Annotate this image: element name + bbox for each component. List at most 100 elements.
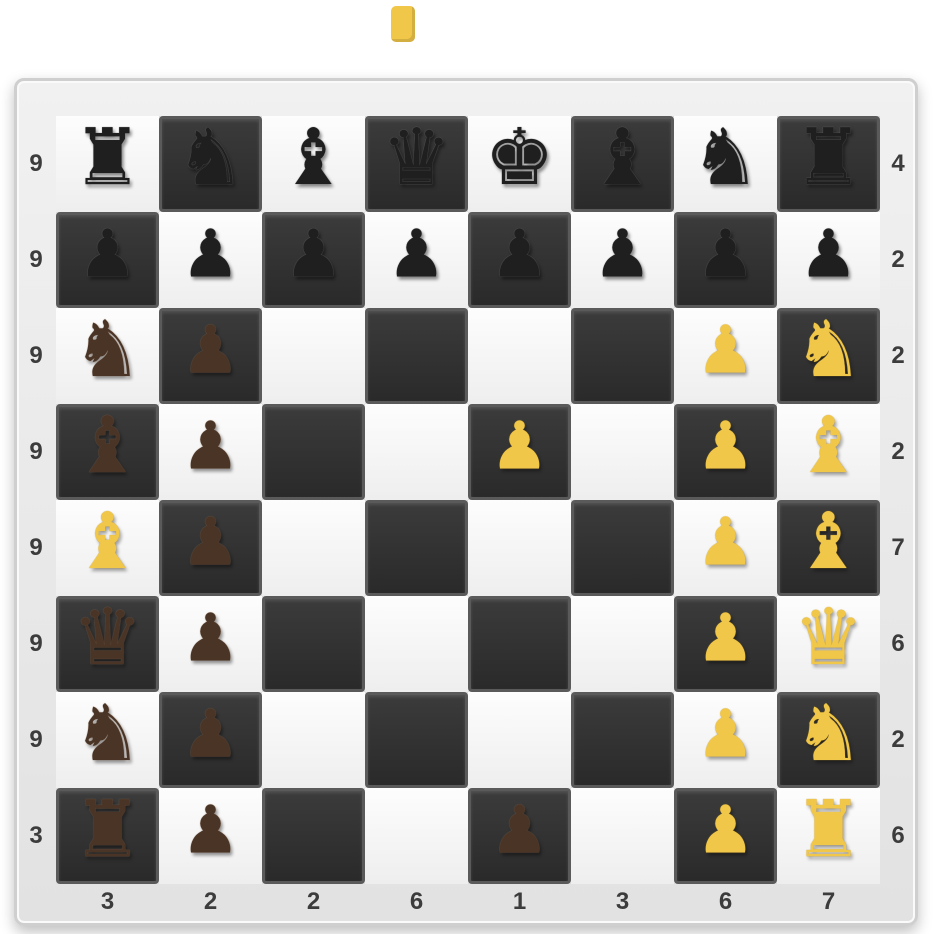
square-r8-c3[interactable] <box>262 788 365 884</box>
square-r1-c7[interactable]: ♞ <box>674 116 777 212</box>
square-r7-c7[interactable]: ♟ <box>674 692 777 788</box>
square-r3-c8[interactable]: ♞ <box>777 308 880 404</box>
square-r6-c2[interactable]: ♟ <box>159 596 262 692</box>
brown-pawn-piece[interactable]: ♟ <box>181 605 240 672</box>
square-r4-c2[interactable]: ♟ <box>159 404 262 500</box>
yellow-knight-piece[interactable]: ♞ <box>794 311 864 389</box>
square-r3-c6[interactable] <box>571 308 674 404</box>
yellow-pawn-piece[interactable]: ♟ <box>696 701 755 768</box>
brown-queen-piece[interactable]: ♛ <box>73 599 143 677</box>
square-r6-c8[interactable]: ♛ <box>777 596 880 692</box>
black-pawn-piece[interactable]: ♟ <box>696 221 755 288</box>
square-r2-c2[interactable]: ♟ <box>159 212 262 308</box>
black-pawn-piece[interactable]: ♟ <box>78 221 137 288</box>
square-r1-c8[interactable]: ♜ <box>777 116 880 212</box>
square-r7-c5[interactable] <box>468 692 571 788</box>
square-r4-c5[interactable]: ♟ <box>468 404 571 500</box>
black-queen-piece[interactable]: ♛ <box>382 119 452 197</box>
square-r6-c3[interactable] <box>262 596 365 692</box>
square-r8-c8[interactable]: ♜ <box>777 788 880 884</box>
square-r3-c2[interactable]: ♟ <box>159 308 262 404</box>
square-r7-c2[interactable]: ♟ <box>159 692 262 788</box>
brown-rook-piece[interactable]: ♜ <box>73 791 143 869</box>
brown-bishop-piece[interactable]: ♝ <box>73 407 143 485</box>
brown-pawn-piece[interactable]: ♟ <box>181 701 240 768</box>
square-r2-c3[interactable]: ♟ <box>262 212 365 308</box>
square-r2-c4[interactable]: ♟ <box>365 212 468 308</box>
black-knight-piece[interactable]: ♞ <box>176 119 246 197</box>
black-pawn-piece[interactable]: ♟ <box>490 221 549 288</box>
square-r3-c7[interactable]: ♟ <box>674 308 777 404</box>
brown-pawn-piece[interactable]: ♟ <box>181 509 240 576</box>
square-r5-c3[interactable] <box>262 500 365 596</box>
black-pawn-piece[interactable]: ♟ <box>799 221 858 288</box>
yellow-pawn-piece[interactable]: ♟ <box>696 509 755 576</box>
square-r8-c7[interactable]: ♟ <box>674 788 777 884</box>
black-pawn-piece[interactable]: ♟ <box>284 221 343 288</box>
black-pawn-piece[interactable]: ♟ <box>387 221 446 288</box>
yellow-pawn-piece[interactable]: ♟ <box>490 413 549 480</box>
square-r7-c6[interactable] <box>571 692 674 788</box>
square-r1-c3[interactable]: ♝ <box>262 116 365 212</box>
square-r1-c6[interactable]: ♝ <box>571 116 674 212</box>
square-r1-c5[interactable]: ♚ <box>468 116 571 212</box>
black-pawn-piece[interactable]: ♟ <box>181 221 240 288</box>
square-r3-c5[interactable] <box>468 308 571 404</box>
square-r7-c1[interactable]: ♞ <box>56 692 159 788</box>
square-r8-c2[interactable]: ♟ <box>159 788 262 884</box>
square-r2-c1[interactable]: ♟ <box>56 212 159 308</box>
square-r3-c4[interactable] <box>365 308 468 404</box>
square-r8-c4[interactable] <box>365 788 468 884</box>
square-r4-c1[interactable]: ♝ <box>56 404 159 500</box>
square-r7-c8[interactable]: ♞ <box>777 692 880 788</box>
brown-knight-piece[interactable]: ♞ <box>73 311 143 389</box>
square-r5-c7[interactable]: ♟ <box>674 500 777 596</box>
square-r6-c7[interactable]: ♟ <box>674 596 777 692</box>
square-r6-c6[interactable] <box>571 596 674 692</box>
square-r1-c1[interactable]: ♜ <box>56 116 159 212</box>
square-r2-c5[interactable]: ♟ <box>468 212 571 308</box>
brown-pawn-piece[interactable]: ♟ <box>490 797 549 864</box>
square-r6-c5[interactable] <box>468 596 571 692</box>
square-r2-c8[interactable]: ♟ <box>777 212 880 308</box>
yellow-knight-piece[interactable]: ♞ <box>794 695 864 773</box>
square-r3-c3[interactable] <box>262 308 365 404</box>
yellow-pawn-piece[interactable]: ♟ <box>696 413 755 480</box>
square-r8-c6[interactable] <box>571 788 674 884</box>
square-r4-c7[interactable]: ♟ <box>674 404 777 500</box>
square-r4-c3[interactable] <box>262 404 365 500</box>
yellow-bishop-piece[interactable]: ♝ <box>794 503 864 581</box>
yellow-bishop-piece[interactable]: ♝ <box>73 503 143 581</box>
square-r5-c6[interactable] <box>571 500 674 596</box>
square-r8-c1[interactable]: ♜ <box>56 788 159 884</box>
square-r7-c4[interactable] <box>365 692 468 788</box>
yellow-queen-piece[interactable]: ♛ <box>794 599 864 677</box>
yellow-rook-piece[interactable]: ♜ <box>794 791 864 869</box>
black-bishop-piece[interactable]: ♝ <box>588 119 658 197</box>
square-r5-c1[interactable]: ♝ <box>56 500 159 596</box>
black-bishop-piece[interactable]: ♝ <box>279 119 349 197</box>
yellow-bishop-piece[interactable]: ♝ <box>794 407 864 485</box>
black-rook-piece[interactable]: ♜ <box>73 119 143 197</box>
square-r4-c8[interactable]: ♝ <box>777 404 880 500</box>
brown-pawn-piece[interactable]: ♟ <box>181 797 240 864</box>
square-r1-c2[interactable]: ♞ <box>159 116 262 212</box>
black-rook-piece[interactable]: ♜ <box>794 119 864 197</box>
square-r4-c6[interactable] <box>571 404 674 500</box>
square-r1-c4[interactable]: ♛ <box>365 116 468 212</box>
square-r6-c1[interactable]: ♛ <box>56 596 159 692</box>
square-r2-c7[interactable]: ♟ <box>674 212 777 308</box>
square-r5-c4[interactable] <box>365 500 468 596</box>
square-r4-c4[interactable] <box>365 404 468 500</box>
black-knight-piece[interactable]: ♞ <box>691 119 761 197</box>
black-pawn-piece[interactable]: ♟ <box>593 221 652 288</box>
square-r2-c6[interactable]: ♟ <box>571 212 674 308</box>
yellow-pawn-piece[interactable]: ♟ <box>696 317 755 384</box>
brown-pawn-piece[interactable]: ♟ <box>181 317 240 384</box>
square-r5-c8[interactable]: ♝ <box>777 500 880 596</box>
yellow-pawn-piece[interactable]: ♟ <box>696 797 755 864</box>
brown-knight-piece[interactable]: ♞ <box>73 695 143 773</box>
yellow-pawn-piece[interactable]: ♟ <box>696 605 755 672</box>
brown-pawn-piece[interactable]: ♟ <box>181 413 240 480</box>
square-r7-c3[interactable] <box>262 692 365 788</box>
